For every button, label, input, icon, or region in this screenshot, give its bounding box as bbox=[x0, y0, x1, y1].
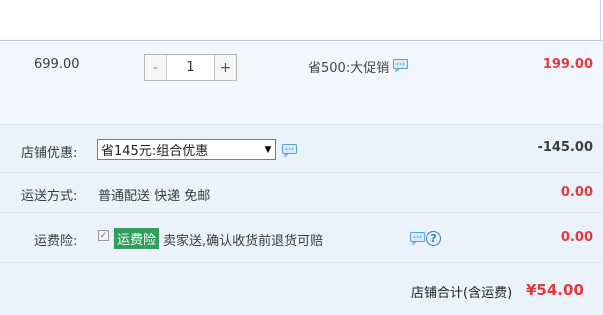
row-divider bbox=[0, 212, 603, 213]
quantity-increase-button[interactable]: + bbox=[214, 55, 236, 80]
quantity-decrease-button[interactable]: - bbox=[145, 55, 167, 80]
triangle-down-icon: ▼ bbox=[264, 144, 272, 155]
quantity-stepper: - + bbox=[144, 54, 237, 81]
shop-discount-amount: -145.00 bbox=[537, 140, 593, 155]
delivery-amount: 0.00 bbox=[560, 185, 593, 200]
insurance-label: 运费险: bbox=[34, 234, 78, 249]
message-bubble-icon[interactable] bbox=[282, 144, 297, 158]
message-bubble-icon[interactable] bbox=[393, 59, 409, 73]
message-bubble-icon[interactable] bbox=[410, 232, 425, 246]
promotion-text: 省500:大促销 bbox=[308, 61, 390, 76]
row-divider bbox=[0, 172, 603, 173]
checkmark-icon: ✓ bbox=[99, 230, 108, 241]
delivery-method: 普通配送 快递 免邮 bbox=[98, 189, 211, 204]
vertical-divider bbox=[600, 0, 601, 41]
quantity-input[interactable] bbox=[167, 55, 214, 80]
shop-discount-selected: 省145元:组合优惠 bbox=[101, 144, 209, 159]
row-divider bbox=[0, 262, 603, 263]
insurance-description: 卖家送,确认收货前退货可赔 bbox=[163, 234, 324, 249]
shop-total-label: 店铺合计(含运费) bbox=[411, 286, 513, 301]
shop-discount-select[interactable]: 省145元:组合优惠 ▼ bbox=[97, 139, 276, 160]
promotion-info: 省500:大促销 bbox=[308, 57, 409, 76]
top-blank-area bbox=[0, 0, 603, 41]
question-circle-icon[interactable]: ? bbox=[426, 231, 441, 246]
cart-item-row bbox=[0, 41, 603, 125]
unit-price: 699.00 bbox=[34, 57, 80, 72]
shop-summary-area bbox=[0, 126, 603, 315]
item-subtotal: 199.00 bbox=[542, 57, 593, 72]
shop-total-value: ¥54.00 bbox=[526, 281, 584, 299]
insurance-badge: 运费险 bbox=[114, 228, 160, 249]
insurance-amount: 0.00 bbox=[560, 230, 593, 245]
shop-discount-label: 店铺优惠: bbox=[21, 146, 78, 161]
delivery-label: 运送方式: bbox=[21, 189, 78, 204]
insurance-checkbox[interactable]: ✓ bbox=[98, 230, 109, 241]
